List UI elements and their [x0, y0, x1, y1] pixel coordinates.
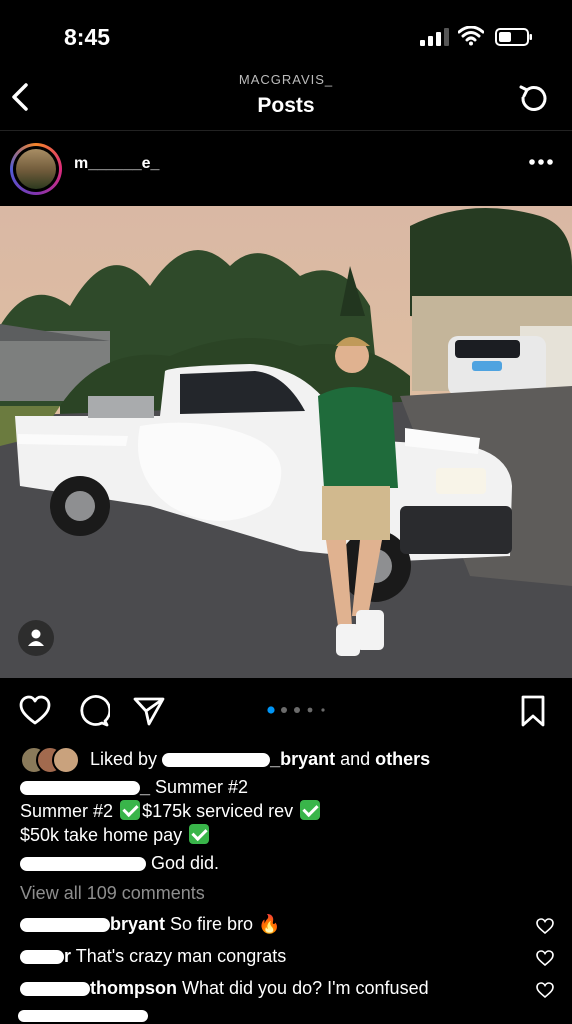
author-username[interactable]: m______e_ [74, 155, 159, 173]
author-avatar[interactable] [10, 143, 62, 195]
comment-like-heart-icon[interactable] [536, 982, 554, 998]
carousel-dot [321, 708, 325, 712]
post-image[interactable] [0, 206, 572, 678]
redaction [20, 857, 146, 872]
comment-username[interactable]: r [64, 946, 71, 966]
likes-user[interactable]: _bryant [270, 749, 335, 769]
comment-item: thompson What did you do? I'm confused [20, 978, 520, 999]
post-actions [0, 690, 572, 736]
post-photo-illustration [0, 206, 572, 678]
redaction [20, 950, 64, 965]
caption-line-1: _ Summer #2 [20, 776, 560, 799]
status-time: 8:45 [64, 24, 111, 50]
comment-like-heart-icon[interactable] [536, 918, 554, 934]
top-nav-bar: MACGRAVIS_ Posts [0, 62, 572, 130]
comment-text: What did you do? I'm confused [182, 978, 429, 998]
check-mark-icon [189, 824, 210, 844]
person-icon [28, 629, 44, 646]
liker-avatar [52, 746, 80, 774]
caption-line-2: Summer #2 $175k serviced rev [20, 800, 560, 823]
refresh-icon[interactable] [518, 82, 550, 114]
likes-prefix: Liked by [90, 749, 158, 769]
caption-line-3: $50k take home pay [20, 824, 560, 847]
save-bookmark-icon[interactable] [516, 694, 550, 728]
comment-text: So fire bro [170, 914, 254, 934]
caption-text-1: Summer #2 [155, 777, 249, 797]
tagged-people-button[interactable] [18, 620, 54, 656]
carousel-dot [267, 706, 275, 714]
redaction [162, 753, 271, 768]
post-header: m______e_ [0, 131, 572, 206]
check-mark-icon [300, 800, 321, 820]
wifi-icon [458, 26, 484, 46]
likes-row[interactable]: Liked by _bryant and others [20, 744, 560, 776]
like-heart-icon[interactable] [18, 694, 52, 728]
carousel-dot [307, 707, 313, 713]
carousel-indicator [267, 706, 325, 714]
carousel-dot [294, 707, 300, 713]
nav-username: MACGRAVIS_ [238, 72, 334, 87]
status-bar: 8:45 [0, 0, 572, 70]
share-send-icon[interactable] [132, 694, 166, 728]
comment-item: r That's crazy man congrats [20, 946, 520, 967]
caption-text-2b: $175k serviced rev [142, 801, 294, 821]
view-all-comments-link[interactable]: View all 109 comments [20, 883, 205, 904]
comment-username[interactable]: thompson [90, 978, 177, 998]
caption-line-4: God did. [20, 852, 560, 875]
caption-text-2a: Summer #2 [20, 801, 114, 821]
comment-bubble-icon[interactable] [76, 694, 110, 728]
comment-item: bryant So fire bro 🔥 [20, 914, 520, 935]
caption-username[interactable]: _ [140, 777, 150, 797]
caption-text-4: God did. [151, 853, 220, 873]
redaction [20, 918, 110, 933]
page-title: Posts [257, 94, 315, 117]
comment-username[interactable]: bryant [110, 914, 165, 934]
redaction [18, 1010, 148, 1022]
likes-others[interactable]: others [375, 749, 430, 769]
redaction [20, 781, 140, 796]
comment-text: That's crazy man congrats [75, 946, 287, 966]
more-options-icon[interactable] [528, 157, 554, 167]
fire-emoji-icon: 🔥 [258, 914, 281, 934]
comment-like-heart-icon[interactable] [536, 950, 554, 966]
likes-mid: and [335, 749, 376, 769]
check-mark-icon [120, 800, 141, 820]
redaction [20, 982, 90, 997]
battery-icon [495, 28, 532, 46]
cellular-signal-icon [420, 28, 449, 46]
likes-text: Liked by _bryant and others [90, 749, 430, 770]
carousel-dot [281, 707, 287, 713]
caption-text-3: $50k take home pay [20, 825, 183, 845]
